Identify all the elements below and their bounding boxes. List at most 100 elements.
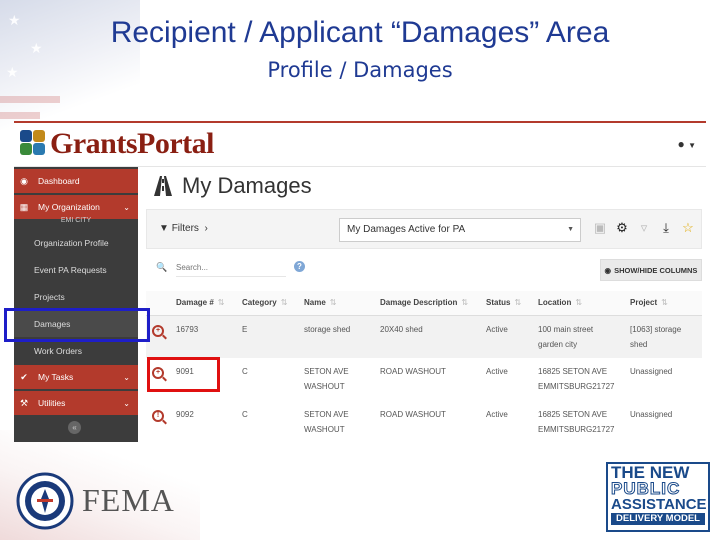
pa-logo-line: ASSISTANCE [611,496,707,513]
grants-portal-logo-icon [20,130,46,156]
category: C [242,410,248,419]
sidebar-item-projects[interactable]: Projects [14,284,138,310]
flag-stripe [0,96,60,103]
filter-toolbar: ▼ Filters › My Damages Active for PA ▼ ▣… [146,209,702,249]
sidebar-item-my-organization[interactable]: ▦ My Organization ⌄ [14,195,138,219]
table-row[interactable]: ! 9092 C SETON AVE WASHOUT ROAD WASHOUT … [146,401,702,442]
table-row[interactable]: + 16793 E storage shed 20X40 shed Active… [146,315,702,358]
sidebar-item-label: Work Orders [34,346,83,356]
dhs-seal-icon [16,472,74,530]
organization-name: EMI CITY [60,217,92,224]
highlight-box-damage-record [147,357,220,392]
sort-icon: ⇅ [461,298,469,308]
sidebar-item-label: Projects [34,292,65,302]
table-row[interactable]: + 9091 C SETON AVE WASHOUT ROAD WASHOUT … [146,358,702,401]
damage-number: 9092 [176,410,194,419]
project: Unassigned [630,367,673,376]
column-header-project[interactable]: Project ⇅ [624,291,702,316]
sort-icon: ⇅ [329,298,337,308]
sidebar-item-label: Organization Profile [34,238,109,248]
page-title: My Damages [152,173,312,199]
sidebar-item-dashboard[interactable]: ◉ Dashboard [14,169,138,193]
status: Active [486,367,508,376]
save-icon[interactable]: ▣ [593,220,607,236]
sidebar-item-utilities[interactable]: ⚒ Utilities ⌄ [14,391,138,415]
damage-description: 20X40 shed [374,315,480,358]
damage-description: ROAD WASHOUT [380,410,446,419]
app-header: GrantsPortal ● ▼ [14,123,706,167]
help-icon[interactable]: ? [294,261,305,272]
sidebar-item-organization-profile[interactable]: Organization Profile [14,230,138,256]
column-header-category[interactable]: Category ⇅ [236,291,298,316]
star-icon[interactable]: ☆ [681,220,695,236]
damages-table: Damage # ⇅ Category ⇅ Name ⇅ Damage Descrip… [146,291,702,442]
location: 16825 SETON AVE EMMITSBURG21727 [538,367,615,391]
project: [1063] storage shed [624,315,702,358]
filters-label: Filters [171,223,199,234]
view-select[interactable]: My Damages Active for PA ▼ [339,218,581,242]
download-icon[interactable]: ⤓ [659,220,673,236]
show-hide-columns-label: SHOW/HIDE COLUMNS [614,265,698,275]
main-content: My Damages ▼ Filters › My Damages Active… [138,167,706,442]
chevron-right-icon: › [201,223,208,234]
column-header-name[interactable]: Name ⇅ [298,291,374,316]
highlight-box-damages-menu [4,308,150,342]
column-header-status[interactable]: Status ⇅ [480,291,532,316]
table-header-row: Damage # ⇅ Category ⇅ Name ⇅ Damage Descrip… [146,291,702,316]
check-icon: ✔ [20,371,28,382]
damage-description: ROAD WASHOUT [380,367,446,376]
gear-icon[interactable]: ⚙ [615,220,629,236]
collapse-sidebar-button[interactable]: « [68,421,81,434]
view-select-value: My Damages Active for PA [347,224,466,235]
zoom-in-icon[interactable]: + [152,324,164,337]
user-menu[interactable]: ● ▼ [677,137,696,151]
category: E [236,315,298,358]
damage-name: SETON AVE WASHOUT [304,410,349,434]
filters-toggle[interactable]: ▼ Filters › [159,223,208,234]
fema-logo-text: FEMA [82,482,175,518]
public-assistance-delivery-model-logo: THE NEW PUBLIC ASSISTANCE DELIVERY MODEL [606,462,710,532]
caret-down-icon: ▼ [567,226,574,233]
eye-icon: ◉ [604,265,612,275]
info-icon[interactable]: ! [152,410,164,422]
user-icon: ● [677,137,685,151]
sidebar-item-event-pa-requests[interactable]: Event PA Requests [14,257,138,283]
chevron-down-icon: ⌄ [123,372,130,382]
column-header-location[interactable]: Location ⇅ [532,291,624,316]
sidebar-item-my-tasks[interactable]: ✔ My Tasks ⌄ [14,365,138,389]
project: Unassigned [630,410,673,419]
wrench-icon: ⚒ [19,397,29,408]
sort-icon: ⇅ [280,298,288,308]
palette-icon: ◉ [20,175,28,186]
damage-name: storage shed [298,315,374,358]
chevron-down-icon: ▼ [688,141,696,150]
slide-subtitle: Profile / Damages [267,58,453,82]
location: 16825 SETON AVE EMMITSBURG21727 [538,410,615,434]
column-header-damage-description[interactable]: Damage Description ⇅ [374,291,480,316]
column-header-damage-number[interactable]: Damage # ⇅ [170,291,236,316]
location: 100 main street garden city [532,315,624,358]
grants-portal-screenshot: GrantsPortal ● ▼ ◉ Dashboard ▦ My Organi… [14,121,706,442]
sidebar-item-label: Event PA Requests [34,265,107,275]
sidebar-item-label: My Tasks [38,372,74,382]
damage-number: 16793 [170,315,236,358]
sidebar-item-label: My Organization [38,202,100,212]
road-icon [152,176,174,196]
damage-name: SETON AVE WASHOUT [304,367,349,391]
grants-portal-logo-text[interactable]: GrantsPortal [50,127,214,161]
show-hide-columns-button[interactable]: ◉ SHOW/HIDE COLUMNS [600,259,702,281]
search-bar: 🔍 ? ◉ SHOW/HIDE COLUMNS [146,251,702,285]
sidebar: ◉ Dashboard ▦ My Organization ⌄ EMI CITY… [14,167,138,442]
page-title-text: My Damages [182,173,312,198]
toolbar-icons: ▣ ⚙ ▿ ⤓ ☆ [593,220,695,236]
building-icon: ▦ [19,201,29,212]
sort-icon: ⇅ [217,298,225,308]
search-input[interactable] [176,259,286,277]
sort-icon: ⇅ [514,298,522,308]
pa-logo-line: PUBLIC [611,479,681,498]
filter-icon: ▼ [159,223,169,234]
sidebar-item-label: Dashboard [38,176,80,186]
category: C [242,367,248,376]
filter-clear-icon[interactable]: ▿ [637,220,651,236]
search-icon: 🔍 [156,262,168,272]
